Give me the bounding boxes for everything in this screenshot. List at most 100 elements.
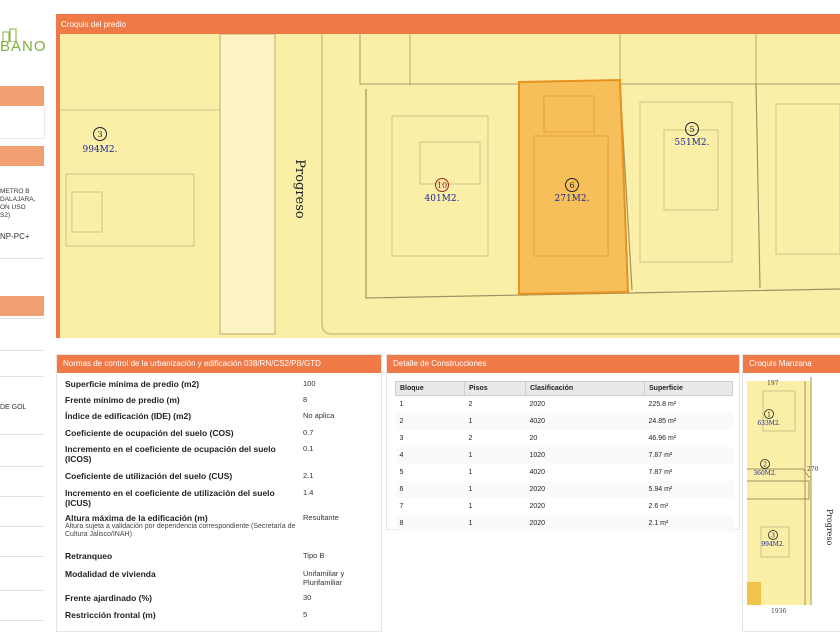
table-row: 2 1 4020 24.85 m² bbox=[395, 413, 733, 430]
table-row: 7 1 2020 2.6 m² bbox=[396, 498, 733, 515]
lot-area: 271M2. bbox=[555, 194, 590, 204]
norma-value: 100 bbox=[303, 379, 316, 388]
table-cell: 7.87 m² bbox=[648, 469, 673, 476]
table-row: 8 1 2020 2.1 m² bbox=[395, 515, 733, 532]
parcel-map[interactable]: Progreso 3 994M2. 10 401M2. 6 271M2. 5 5… bbox=[60, 34, 840, 338]
croquis-predio-title: Croquis del predio bbox=[61, 20, 126, 29]
zone-code: NP-PC+ bbox=[0, 232, 30, 241]
divider bbox=[0, 466, 44, 467]
divider bbox=[0, 526, 44, 527]
column-header: Clasificación bbox=[525, 381, 645, 396]
croquis-predio-panel: Croquis del predio Progreso 3 994M2. 10 … bbox=[56, 14, 840, 338]
table-cell: 2.6 m² bbox=[648, 503, 669, 510]
norma-value: 1.4 bbox=[303, 488, 314, 497]
table-cell: 5.94 m² bbox=[644, 481, 733, 498]
lot-number: 1 bbox=[767, 412, 771, 419]
dimension-label: 1936 bbox=[771, 608, 786, 615]
dimension-label: 270 bbox=[807, 466, 819, 473]
table-cell: 20 bbox=[529, 435, 538, 442]
sidebar-snippet-line: METRO B bbox=[0, 188, 30, 195]
table-cell: 2 bbox=[468, 401, 473, 408]
norma-value: 0.7 bbox=[303, 428, 314, 437]
construcciones-panel: Detalle de Construcciones Bloque Pisos C… bbox=[386, 354, 740, 532]
construcciones-title: Detalle de Construcciones bbox=[387, 355, 739, 373]
table-cell: 46.96 m² bbox=[648, 435, 677, 442]
column-header: Pisos bbox=[464, 381, 526, 396]
norma-label: Retranqueo bbox=[65, 551, 297, 561]
norma-label: Superficie mínima de predio (m2) bbox=[65, 379, 297, 389]
divider bbox=[0, 590, 44, 591]
norma-note: Altura sujeta a validación por dependenc… bbox=[65, 523, 296, 538]
norma-value: 5 bbox=[303, 610, 308, 619]
table-cell: 4020 bbox=[529, 469, 546, 476]
divider bbox=[0, 258, 44, 259]
norma-value: Resultante bbox=[303, 513, 339, 522]
divider bbox=[0, 496, 44, 497]
table-row: 3 2 20 46.96 m² bbox=[396, 430, 733, 447]
sidebar-section-header bbox=[0, 296, 44, 316]
table-row: 5 1 4020 7.87 m² bbox=[396, 464, 733, 481]
norma-label: Índice de edificación (IDE) (m2) bbox=[65, 411, 297, 421]
norma-label: Frente ajardinado (%) bbox=[65, 593, 297, 603]
norma-label-text: Altura máxima de la edificación (m) bbox=[65, 513, 208, 523]
norma-label: Restricción frontal (m) bbox=[65, 610, 297, 620]
table-cell: 1020 bbox=[525, 447, 645, 464]
divider bbox=[0, 620, 44, 621]
table-cell: 3 bbox=[399, 435, 404, 442]
norma-label-text: Incremento en el coeficiente de utilizac… bbox=[65, 488, 275, 508]
divider bbox=[0, 376, 44, 377]
lot-area: 994M2. bbox=[83, 145, 118, 155]
lot-area: 401M2. bbox=[425, 194, 460, 204]
table-cell: 1 bbox=[468, 503, 473, 510]
table-cell: 1 bbox=[399, 401, 404, 408]
norma-label: Coeficiente de utilización del suelo (CU… bbox=[65, 471, 297, 481]
table-cell: 6 bbox=[395, 481, 465, 498]
norma-value: 2.1 bbox=[303, 471, 314, 480]
norma-label: Incremento en el coeficiente de utilizac… bbox=[65, 488, 297, 508]
norma-value: Unifamiliar y Plurifamiliar bbox=[303, 569, 345, 587]
norma-label-text: Frente ajardinado (%) bbox=[65, 593, 152, 603]
lot-area: 994M2. bbox=[761, 541, 784, 548]
table-row: 1 2 2020 225.8 m² bbox=[396, 396, 733, 414]
street-label: Progreso bbox=[292, 159, 307, 219]
norma-label-text: Frente mínimo de predio (m) bbox=[65, 395, 180, 405]
column-header: Superficie bbox=[644, 381, 733, 396]
divider bbox=[0, 434, 44, 435]
normas-panel: Normas de control de la urbanización y e… bbox=[56, 354, 382, 632]
croquis-manzana-title: Croquis Manzana bbox=[743, 355, 840, 373]
sidebar-section-header bbox=[0, 86, 44, 106]
table-cell: 2020 bbox=[529, 401, 546, 408]
dimension-label: 197 bbox=[767, 380, 779, 387]
table-cell: 2020 bbox=[525, 515, 645, 532]
lot-number: 3 bbox=[97, 130, 102, 139]
table-cell: 7 bbox=[399, 503, 404, 510]
norma-label-text: Índice de edificación (IDE) (m2) bbox=[65, 411, 192, 421]
street-label: Progreso bbox=[825, 509, 834, 546]
sidebar-section-header bbox=[0, 146, 44, 166]
table-cell: 24.85 m² bbox=[644, 413, 733, 430]
norma-value: 30 bbox=[303, 593, 312, 602]
norma-value: Tipo B bbox=[303, 551, 325, 560]
lot-area: 551M2. bbox=[675, 138, 710, 148]
table-cell: 1 bbox=[464, 413, 526, 430]
block-map[interactable]: 197 270 1936 Progreso 1 633M2. 2 360M2. … bbox=[747, 377, 840, 629]
table-cell: 2020 bbox=[525, 481, 645, 498]
normas-list: Superficie mínima de predio (m2) 100 Frent… bbox=[57, 373, 381, 629]
table-cell: 2.1 m² bbox=[644, 515, 733, 532]
lot-area: 633M2. bbox=[757, 420, 780, 427]
croquis-manzana-panel: Croquis Manzana 197 270 1936 Progreso 1 … bbox=[742, 354, 840, 632]
table-cell: 8 bbox=[395, 515, 465, 532]
table-cell: 5 bbox=[399, 469, 404, 476]
table-cell: 2020 bbox=[529, 503, 546, 510]
sidebar-snippet-line: ON USO bbox=[0, 204, 26, 211]
lot-number: 6 bbox=[569, 181, 574, 190]
lot-area: 360M2. bbox=[753, 470, 776, 477]
divider bbox=[0, 556, 44, 557]
norma-label: Coeficiente de ocupación del suelo (COS) bbox=[65, 428, 297, 438]
lot-number: 10 bbox=[437, 181, 447, 190]
norma-value: 8 bbox=[303, 395, 308, 404]
norma-label-text: Coeficiente de utilización del suelo (CU… bbox=[65, 471, 233, 481]
norma-value: 0.1 bbox=[303, 444, 314, 453]
table-cell: 7.87 m² bbox=[644, 447, 733, 464]
norma-label-text: Incremento en el coeficiente de ocupació… bbox=[65, 444, 276, 464]
